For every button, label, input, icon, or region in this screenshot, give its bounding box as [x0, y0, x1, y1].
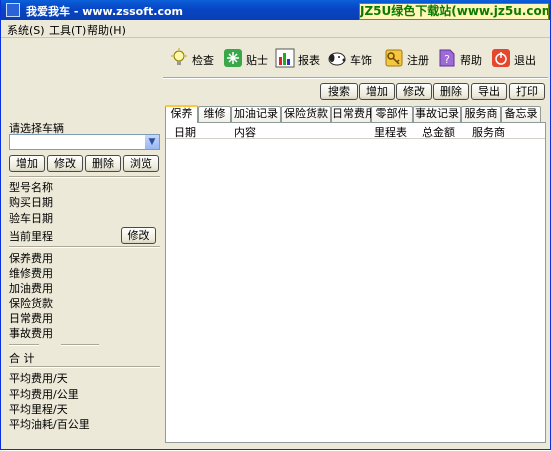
records-grid[interactable]: 日期 内容 里程表 总金额 服务商	[165, 122, 546, 443]
inspection-date-label: 验车日期	[9, 212, 53, 225]
menu-help[interactable]: 帮助(H)	[87, 22, 126, 38]
model-name-label: 型号名称	[9, 181, 53, 194]
menu-system[interactable]: 系统(S)	[7, 22, 45, 38]
edit-vehicle-button[interactable]: 修改	[47, 155, 83, 172]
tab-maintenance[interactable]: 保养	[165, 105, 198, 123]
repair-cost-label: 维修费用	[9, 267, 53, 280]
chart-report-icon	[275, 48, 295, 68]
toolbar: 检查 贴士 报表 车饰 注册 ? 帮助 退出	[163, 40, 548, 76]
menu-tools[interactable]: 工具(T)	[49, 22, 86, 38]
print-button[interactable]: 打印	[509, 83, 545, 100]
tab-insurance[interactable]: 保险货款	[281, 106, 331, 122]
vehicle-panel: 请选择车辆 ▼ 增加 修改 删除 浏览 型号名称 购买日期 验车日期 当前里程 …	[3, 40, 160, 446]
avg-cost-per-km-label: 平均费用/公里	[9, 388, 79, 401]
delete-record-button[interactable]: 删除	[433, 83, 469, 100]
divider	[9, 176, 160, 178]
accident-cost-label: 事故费用	[9, 327, 53, 340]
key-icon	[385, 49, 403, 67]
chevron-down-icon[interactable]: ▼	[145, 135, 159, 149]
edit-mileage-button[interactable]: 修改	[121, 227, 156, 244]
tool-label-report: 报表	[298, 54, 320, 67]
snowflake-icon	[224, 49, 242, 67]
lightbulb-icon	[171, 48, 187, 65]
purchase-date-label: 购买日期	[9, 196, 53, 209]
help-icon: ?	[439, 49, 455, 67]
tool-exit[interactable]: 退出	[491, 46, 541, 72]
tool-label-tips: 贴士	[246, 54, 268, 67]
avg-cost-per-day-label: 平均费用/天	[9, 372, 68, 385]
toolbar-divider	[163, 77, 548, 79]
snoopy-icon	[328, 52, 346, 66]
vehicle-select[interactable]: ▼	[9, 134, 160, 150]
tool-tips[interactable]: 贴士	[223, 46, 273, 72]
app-window: 我爱我车 - www.zssoft.com JZ5U绿色下载站(www.jz5u…	[0, 0, 551, 450]
insurance-loan-label: 保险货款	[9, 297, 53, 310]
tab-fuel[interactable]: 加油记录	[231, 106, 281, 122]
tool-label-register: 注册	[407, 54, 429, 67]
tool-register[interactable]: 注册	[384, 46, 434, 72]
avg-fuel-per-100km-label: 平均油耗/百公里	[9, 418, 90, 431]
record-tabs: 保养 维修 加油记录 保险货款 日常费用 零部件 事故记录 服务商 备忘录	[165, 105, 548, 123]
browse-vehicle-button[interactable]: 浏览	[123, 155, 159, 172]
tool-decor[interactable]: 车饰	[327, 46, 382, 72]
watermark-banner: JZ5U绿色下载站(www.jz5u.com)	[359, 3, 549, 20]
column-odometer[interactable]: 里程表	[374, 124, 407, 140]
tab-daily[interactable]: 日常费用	[331, 106, 376, 122]
maintenance-cost-label: 保养费用	[9, 252, 53, 265]
tool-label-help: 帮助	[460, 54, 482, 67]
title-bar: 我爱我车 - www.zssoft.com JZ5U绿色下载站(www.jz5u…	[1, 0, 550, 20]
tool-check[interactable]: 检查	[169, 46, 219, 72]
window-title: 我爱我车 - www.zssoft.com	[26, 5, 184, 18]
daily-cost-label: 日常费用	[9, 312, 53, 325]
app-icon	[6, 3, 20, 17]
tool-help[interactable]: ? 帮助	[437, 46, 487, 72]
add-vehicle-button[interactable]: 增加	[9, 155, 45, 172]
column-total[interactable]: 总金额	[422, 124, 455, 140]
tab-parts[interactable]: 零部件	[371, 106, 413, 122]
edit-record-button[interactable]: 修改	[396, 83, 432, 100]
divider	[9, 246, 160, 248]
delete-vehicle-button[interactable]: 删除	[85, 155, 121, 172]
tab-provider[interactable]: 服务商	[461, 106, 501, 122]
avg-mileage-per-day-label: 平均里程/天	[9, 403, 68, 416]
tool-label-check: 检查	[192, 54, 214, 67]
tool-label-exit: 退出	[514, 54, 536, 67]
grid-header: 日期 内容 里程表 总金额 服务商	[166, 123, 545, 139]
current-mileage-label: 当前里程	[9, 230, 53, 243]
fuel-cost-label: 加油费用	[9, 282, 53, 295]
column-date[interactable]: 日期	[174, 124, 196, 140]
tab-repair[interactable]: 维修	[198, 106, 231, 122]
total-label: 合 计	[9, 352, 35, 365]
column-provider[interactable]: 服务商	[472, 124, 505, 140]
tab-accident[interactable]: 事故记录	[413, 106, 461, 122]
divider	[61, 344, 99, 346]
menu-bar: 系统(S) 工具(T) 帮助(H)	[1, 20, 550, 38]
svg-text:?: ?	[444, 53, 450, 66]
tool-label-decor: 车饰	[350, 54, 372, 67]
tool-report[interactable]: 报表	[275, 46, 325, 72]
tab-memo[interactable]: 备忘录	[501, 106, 541, 122]
divider	[9, 366, 160, 368]
export-button[interactable]: 导出	[471, 83, 507, 100]
search-button[interactable]: 搜索	[320, 83, 358, 100]
add-record-button[interactable]: 增加	[359, 83, 395, 100]
divider	[9, 344, 39, 346]
power-icon	[492, 49, 510, 67]
column-content[interactable]: 内容	[234, 124, 256, 140]
